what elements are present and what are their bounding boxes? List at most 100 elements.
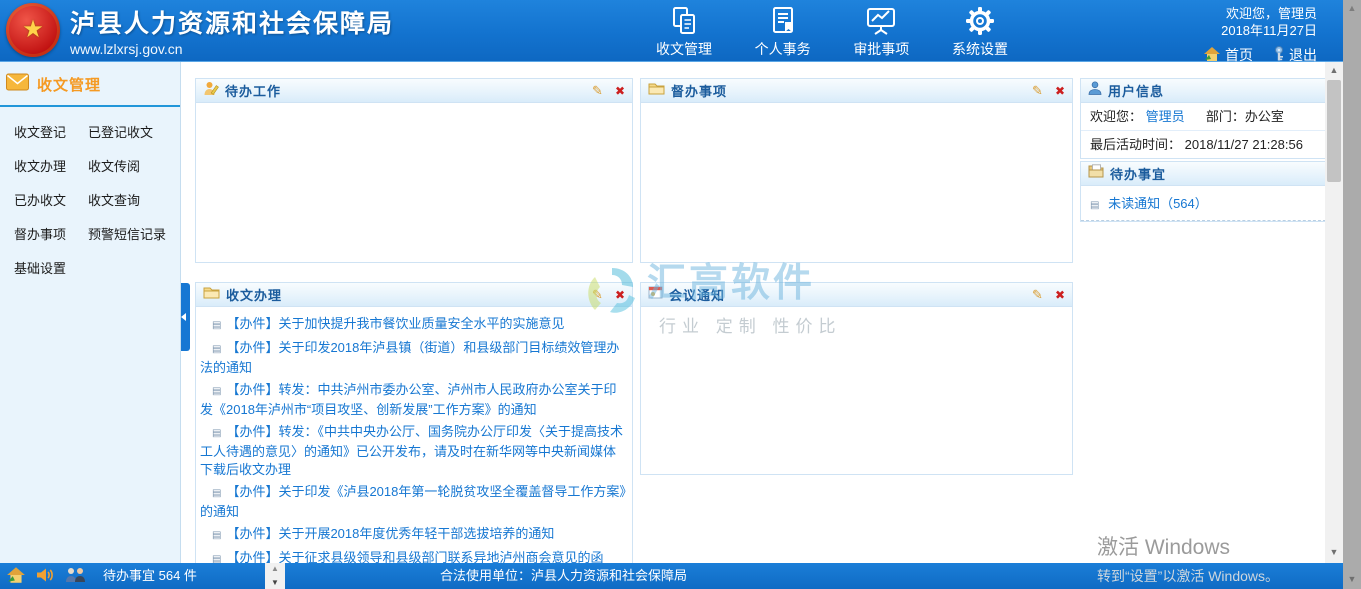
sidebar-title: 收文管理 — [37, 74, 101, 95]
footer-scrollbar[interactable]: ▲ ▼ — [265, 563, 285, 589]
welcome-text: 欢迎您，管理员 — [1203, 5, 1317, 22]
close-icon[interactable]: ✖ — [1055, 288, 1065, 302]
nav-personal-affairs[interactable]: 个人事务 — [751, 4, 815, 60]
star-icon: ★ — [22, 18, 44, 42]
scroll-up-icon[interactable]: ▲ — [271, 565, 279, 573]
list-item[interactable]: ▤【办件】关于印发2018年泸县镇（街道）和县级部门目标绩效管理办法的通知 — [200, 339, 626, 377]
inner-scrollbar[interactable]: ▲ ▼ — [1325, 62, 1343, 563]
home-icon[interactable] — [6, 566, 26, 587]
list-item[interactable]: ▤【办件】关于印发《泸县2018年第一轮脱贫攻坚全覆盖督导工作方案》的通知 — [200, 483, 626, 521]
calendar-icon — [648, 285, 663, 304]
scroll-up-icon[interactable]: ▲ — [1325, 62, 1343, 77]
panel-title: 收文办理 — [226, 285, 282, 304]
nav-approval-items[interactable]: 审批事项 — [849, 4, 913, 60]
panel-user-info: 用户信息 欢迎您： 管理员 部门：办公室 最后活动时间： 2018/11/27 … — [1080, 78, 1327, 159]
edit-pencil-icon[interactable]: ✎ — [592, 287, 603, 303]
panel-supervise: 督办事项 ✎ ✖ — [640, 78, 1073, 263]
document-list-icon: ▤ — [212, 530, 221, 541]
doc-link[interactable]: 【办件】转发：《中共中央办公厅、国务院办公厅印发〈关于提高技术工人待遇的意见〉的… — [200, 424, 623, 477]
sidebar-item-sms-records[interactable]: 预警短信记录 — [88, 224, 180, 243]
sidebar-collapse-handle[interactable] — [181, 283, 190, 351]
panel-title: 督办事项 — [671, 81, 727, 100]
scroll-up-icon[interactable]: ▲ — [1343, 0, 1361, 16]
close-icon[interactable]: ✖ — [615, 288, 625, 302]
panel-title: 会议通知 — [669, 285, 725, 304]
brand-block: ★ 泸县人力资源和社会保障局 www.lzlxrsj.gov.cn — [6, 3, 394, 57]
document-list-icon: ▤ — [212, 320, 221, 331]
sidebar-item-supervise[interactable]: 督办事项 — [14, 224, 88, 243]
welcome-label: 欢迎您： — [1090, 109, 1142, 124]
speaker-icon[interactable] — [36, 567, 54, 586]
gear-icon — [965, 4, 995, 36]
scroll-down-icon[interactable]: ▼ — [271, 579, 279, 587]
nav-label: 审批事项 — [853, 39, 909, 59]
panel-title: 待办事宜 — [1110, 164, 1166, 183]
sidebar-item-doc-register[interactable]: 收文登记 — [14, 122, 88, 141]
nav-doc-management[interactable]: 收文管理 — [652, 4, 716, 60]
close-icon[interactable]: ✖ — [615, 84, 625, 98]
sidebar-item-doc-handle[interactable]: 收文办理 — [14, 156, 88, 175]
doc-link[interactable]: 【办件】关于印发2018年泸县镇（街道）和县级部门目标绩效管理办法的通知 — [200, 340, 619, 375]
panel-todo-list: 待办事宜 ▤ 未读通知（564） — [1080, 161, 1327, 222]
documents-icon — [669, 4, 699, 36]
unread-notice-row[interactable]: ▤ 未读通知（564） — [1081, 186, 1326, 221]
user-welcome-row: 欢迎您： 管理员 部门：办公室 — [1081, 103, 1326, 131]
folder-icon — [648, 81, 665, 100]
panel-doc-handle: 收文办理 ✎ ✖ ▤【办件】关于加快提升我市餐饮业质量安全水平的实施意见 ▤【办… — [195, 282, 633, 563]
person-pencil-icon — [203, 81, 219, 101]
list-item[interactable]: ▤ 【办件】关于征求县级领导和县级部门联系异地泸州商会意见的函 — [200, 549, 626, 563]
date-text: 2018年11月27日 — [1203, 22, 1317, 39]
doc-link[interactable]: 【办件】关于印发《泸县2018年第一轮脱贫攻坚全覆盖督导工作方案》的通知 — [200, 484, 626, 519]
document-list-icon: ▤ — [212, 386, 221, 397]
nav-label: 收文管理 — [656, 39, 712, 59]
edit-pencil-icon[interactable]: ✎ — [1032, 83, 1043, 99]
user-icon — [1088, 81, 1102, 100]
panel-title: 用户信息 — [1108, 81, 1164, 100]
doc-link[interactable]: 【办件】关于加快提升我市餐饮业质量安全水平的实施意见 — [226, 316, 564, 331]
home-icon — [1203, 46, 1221, 65]
sidebar-item-basic-settings[interactable]: 基础设置 — [14, 258, 88, 277]
sidebar-item-doc-circulate[interactable]: 收文传阅 — [88, 156, 180, 175]
logout-button[interactable]: 退出 — [1273, 45, 1317, 65]
nav-system-settings[interactable]: 系统设置 — [948, 4, 1012, 60]
home-button[interactable]: 首页 — [1203, 45, 1253, 65]
logout-label: 退出 — [1289, 45, 1317, 65]
panel-meeting-notice: 会议通知 ✎ ✖ — [640, 282, 1073, 475]
sidebar-menu: 收文登记 已登记收文 收文办理 收文传阅 已办收文 收文查询 督办事项 预警短信… — [0, 107, 180, 277]
dept-text: 部门：办公室 — [1206, 109, 1284, 124]
scrollbar-thumb[interactable] — [1327, 80, 1341, 182]
header-user-area: 欢迎您，管理员 2018年11月27日 首页 — [1203, 5, 1317, 65]
doc-list: ▤【办件】关于加快提升我市餐饮业质量安全水平的实施意见 ▤【办件】关于印发201… — [196, 307, 632, 563]
list-item[interactable]: ▤ 【办件】关于加快提升我市餐饮业质量安全水平的实施意见 — [200, 315, 626, 335]
scroll-down-icon[interactable]: ▼ — [1325, 544, 1343, 559]
document-list-icon: ▤ — [212, 554, 221, 563]
edit-pencil-icon[interactable]: ✎ — [1032, 287, 1043, 303]
list-item[interactable]: ▤【办件】转发：中共泸州市委办公室、泸州市人民政府办公室关于印发《2018年泸州… — [200, 381, 626, 419]
close-icon[interactable]: ✖ — [1055, 84, 1065, 98]
footer-legal-text: 合法使用单位：泸县人力资源和社会保障局 — [440, 563, 687, 589]
people-icon[interactable] — [64, 567, 88, 586]
list-item[interactable]: ▤【办件】转发：《中共中央办公厅、国务院办公厅印发〈关于提高技术工人待遇的意见〉… — [200, 423, 626, 479]
nav-label: 系统设置 — [952, 39, 1008, 59]
doc-link[interactable]: 【办件】关于征求县级领导和县级部门联系异地泸州商会意见的函 — [226, 550, 603, 563]
document-list-icon: ▤ — [212, 428, 221, 439]
sidebar-item-handled-docs[interactable]: 已办收文 — [14, 190, 88, 209]
unread-notice-link[interactable]: 未读通知（564） — [1108, 196, 1208, 211]
edit-pencil-icon[interactable]: ✎ — [592, 83, 603, 99]
sidebar-item-doc-query[interactable]: 收文查询 — [88, 190, 180, 209]
nav-label: 个人事务 — [755, 39, 811, 59]
doc-link[interactable]: 【办件】转发：中共泸州市委办公室、泸州市人民政府办公室关于印发《2018年泸州市… — [200, 382, 616, 417]
username-link[interactable]: 管理员 — [1146, 109, 1185, 124]
sidebar-item-registered-docs[interactable]: 已登记收文 — [88, 122, 180, 141]
list-item[interactable]: ▤ 【办件】关于开展2018年度优秀年轻干部选拔培养的通知 — [200, 525, 626, 545]
panel-title: 待办工作 — [225, 81, 281, 100]
document-list-icon: ▤ — [212, 344, 221, 355]
scroll-down-icon[interactable]: ▼ — [1343, 571, 1361, 587]
home-label: 首页 — [1225, 45, 1253, 65]
app-window: ★ 泸县人力资源和社会保障局 www.lzlxrsj.gov.cn 收文管理 — [0, 0, 1361, 589]
doc-link[interactable]: 【办件】关于开展2018年度优秀年轻干部选拔培养的通知 — [226, 526, 554, 541]
document-list-icon: ▤ — [1090, 200, 1099, 211]
top-header: ★ 泸县人力资源和社会保障局 www.lzlxrsj.gov.cn 收文管理 — [0, 0, 1343, 62]
outer-scrollbar[interactable]: ▲ ▼ — [1343, 0, 1361, 589]
org-website: www.lzlxrsj.gov.cn — [70, 41, 394, 57]
